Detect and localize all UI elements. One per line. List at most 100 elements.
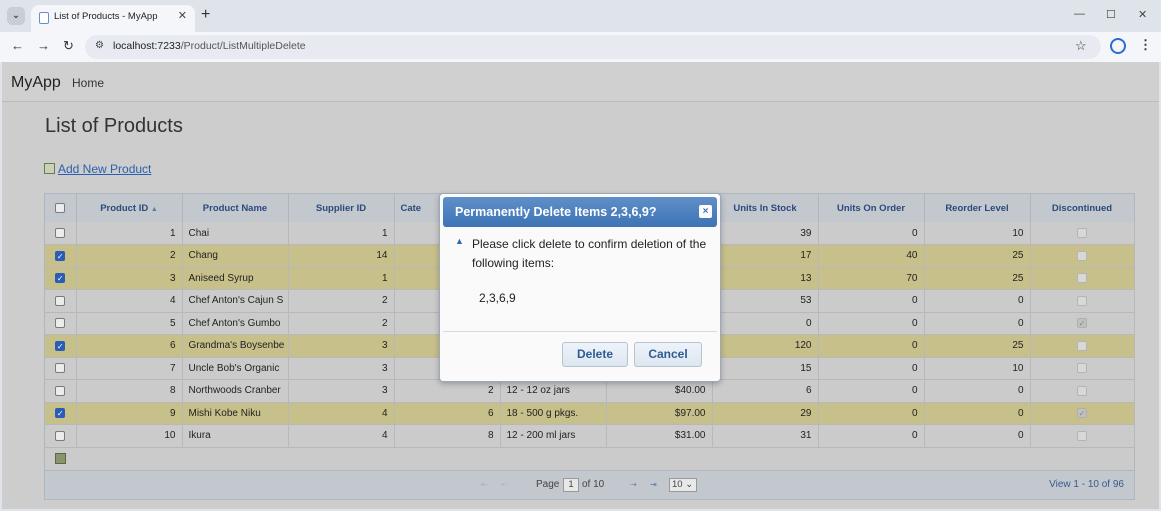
add-new-product-link[interactable]: Add New Product bbox=[44, 162, 151, 176]
checkbox-cell[interactable]: ✓ bbox=[45, 334, 77, 358]
cell-units-on-order: 0 bbox=[818, 357, 925, 380]
col-reorder-level[interactable]: Reorder Level bbox=[924, 194, 1031, 222]
sort-asc-icon: ▲ bbox=[150, 205, 158, 213]
checkbox-cell[interactable] bbox=[45, 357, 77, 380]
cell-units-on-order: 0 bbox=[818, 222, 925, 245]
checkbox-cell[interactable] bbox=[45, 424, 77, 448]
cell-product-name: Chai bbox=[182, 222, 289, 245]
checkbox-cell[interactable] bbox=[1030, 289, 1135, 313]
cell-product-id: 6 bbox=[76, 334, 183, 358]
row-select-checkbox[interactable] bbox=[55, 430, 66, 441]
checkbox-cell[interactable] bbox=[45, 312, 77, 335]
page-number-input[interactable]: 1 bbox=[563, 478, 579, 492]
col-units-on-order[interactable]: Units On Order bbox=[818, 194, 925, 222]
browser-menu-icon[interactable]: ⋮ bbox=[1139, 37, 1152, 53]
row-select-checkbox[interactable] bbox=[55, 385, 66, 396]
app-brand[interactable]: MyApp bbox=[11, 74, 61, 92]
checkbox-cell[interactable] bbox=[1030, 379, 1135, 403]
row-select-checkbox[interactable] bbox=[55, 318, 66, 329]
select-all-checkbox[interactable] bbox=[55, 202, 66, 213]
cell-supplier-id: 3 bbox=[288, 334, 395, 358]
dialog-close-icon[interactable]: × bbox=[699, 205, 712, 218]
next-page-icon[interactable]: ⇢ bbox=[630, 480, 637, 489]
checkbox-cell[interactable] bbox=[1030, 424, 1135, 448]
last-page-icon[interactable]: ⇥ bbox=[650, 480, 657, 489]
cell-supplier-id: 1 bbox=[288, 267, 395, 290]
back-arrow-icon[interactable]: ← bbox=[11, 38, 24, 53]
tab-search-chevron-icon[interactable]: ⌄ bbox=[7, 7, 25, 25]
nav-home-link[interactable]: Home bbox=[72, 76, 104, 90]
tab-close-icon[interactable]: ✕ bbox=[178, 9, 187, 22]
col-units-in-stock[interactable]: Units In Stock bbox=[712, 194, 819, 222]
forward-arrow-icon[interactable]: → bbox=[37, 38, 50, 53]
discontinued-checkbox: ✓ bbox=[1077, 318, 1087, 329]
col-discontinued[interactable]: Discontinued bbox=[1030, 194, 1135, 222]
window-close-icon[interactable]: ✕ bbox=[1138, 8, 1147, 21]
delete-selected-icon[interactable] bbox=[55, 453, 66, 464]
checkbox-cell[interactable] bbox=[45, 222, 77, 245]
col-product-name[interactable]: Product Name bbox=[182, 194, 289, 222]
profile-avatar-icon[interactable] bbox=[1110, 38, 1126, 54]
cell-reorder-level: 25 bbox=[924, 334, 1031, 358]
page-size-select[interactable]: 10 ⌄ bbox=[669, 478, 697, 492]
row-select-checkbox[interactable] bbox=[55, 363, 66, 374]
new-tab-plus-icon[interactable]: + bbox=[201, 6, 210, 24]
row-select-checkbox[interactable] bbox=[55, 295, 66, 306]
delete-button[interactable]: Delete bbox=[562, 342, 628, 367]
cell-quantity-per-unit: 12 - 200 ml jars bbox=[500, 424, 607, 448]
row-select-checkbox[interactable]: ✓ bbox=[55, 340, 66, 351]
dialog-titlebar[interactable]: Permanently Delete Items 2,3,6,9? × bbox=[443, 197, 717, 227]
checkbox-cell[interactable]: ✓ bbox=[45, 244, 77, 268]
select-all-header[interactable] bbox=[45, 194, 77, 222]
cell-supplier-id: 2 bbox=[288, 289, 395, 313]
col-supplier-id[interactable]: Supplier ID bbox=[288, 194, 395, 222]
row-select-checkbox[interactable]: ✓ bbox=[55, 250, 66, 261]
page-favicon-icon bbox=[39, 12, 49, 24]
minimize-icon[interactable]: — bbox=[1074, 8, 1085, 20]
checkbox-cell[interactable]: ✓ bbox=[45, 267, 77, 290]
checkbox-cell[interactable] bbox=[1030, 267, 1135, 290]
table-row[interactable]: 10 Ikura 4 8 12 - 200 ml jars $31.00 31 0 0 bbox=[45, 424, 1135, 448]
site-info-icon[interactable]: ⚙ bbox=[95, 40, 104, 51]
cell-product-name: Chef Anton's Cajun S bbox=[182, 289, 289, 313]
checkbox-cell[interactable] bbox=[1030, 244, 1135, 268]
cell-units-on-order: 0 bbox=[818, 424, 925, 448]
row-select-checkbox[interactable]: ✓ bbox=[55, 408, 66, 419]
first-page-icon[interactable]: ⇤ bbox=[481, 480, 488, 489]
page-label: Page bbox=[536, 479, 560, 490]
cell-units-on-order: 70 bbox=[818, 267, 925, 290]
cell-unit-price: $31.00 bbox=[606, 424, 713, 448]
cell-product-id: 10 bbox=[76, 424, 183, 448]
col-product-id-label: Product ID bbox=[100, 202, 149, 214]
cell-reorder-level: 0 bbox=[924, 424, 1031, 448]
row-select-checkbox[interactable] bbox=[55, 227, 66, 238]
add-product-icon bbox=[44, 163, 55, 174]
table-row[interactable]: ✓ 9 Mishi Kobe Niku 4 6 18 - 500 g pkgs. $97.0… bbox=[45, 402, 1135, 425]
checkbox-cell[interactable] bbox=[1030, 357, 1135, 380]
row-select-checkbox[interactable]: ✓ bbox=[55, 273, 66, 284]
checkbox-cell[interactable] bbox=[45, 289, 77, 313]
cell-supplier-id: 3 bbox=[288, 379, 395, 403]
prev-page-icon[interactable]: ⇠ bbox=[501, 480, 508, 489]
col-product-id[interactable]: Product ID ▲ bbox=[76, 194, 183, 222]
checkbox-cell[interactable] bbox=[45, 379, 77, 403]
records-count-text: View 1 - 10 of 96 bbox=[1049, 479, 1124, 490]
url-text[interactable]: localhost:7233/Product/ListMultipleDelet… bbox=[113, 40, 306, 52]
checkbox-cell[interactable] bbox=[1030, 222, 1135, 245]
checkbox-cell[interactable]: ✓ bbox=[1030, 402, 1135, 425]
table-row[interactable]: 8 Northwoods Cranber 3 2 12 - 12 oz jars $40.… bbox=[45, 379, 1135, 403]
page-title: List of Products bbox=[45, 115, 183, 137]
checkbox-cell[interactable]: ✓ bbox=[1030, 312, 1135, 335]
cancel-button[interactable]: Cancel bbox=[634, 342, 702, 367]
browser-tab[interactable]: List of Products - MyApp ✕ bbox=[31, 5, 195, 32]
cell-supplier-id: 14 bbox=[288, 244, 395, 268]
checkbox-cell[interactable]: ✓ bbox=[45, 402, 77, 425]
checkbox-cell[interactable] bbox=[1030, 334, 1135, 358]
cell-category-id: 2 bbox=[394, 379, 501, 403]
cell-unit-price: $40.00 bbox=[606, 379, 713, 403]
bookmark-star-icon[interactable]: ☆ bbox=[1075, 38, 1087, 54]
address-bar[interactable]: ⚙ localhost:7233/Product/ListMultipleDel… bbox=[85, 35, 1101, 59]
browser-toolbar: ← → ↻ ⚙ localhost:7233/Product/ListMulti… bbox=[0, 32, 1161, 62]
maximize-icon[interactable]: ☐ bbox=[1106, 8, 1116, 21]
reload-icon[interactable]: ↻ bbox=[63, 38, 74, 54]
